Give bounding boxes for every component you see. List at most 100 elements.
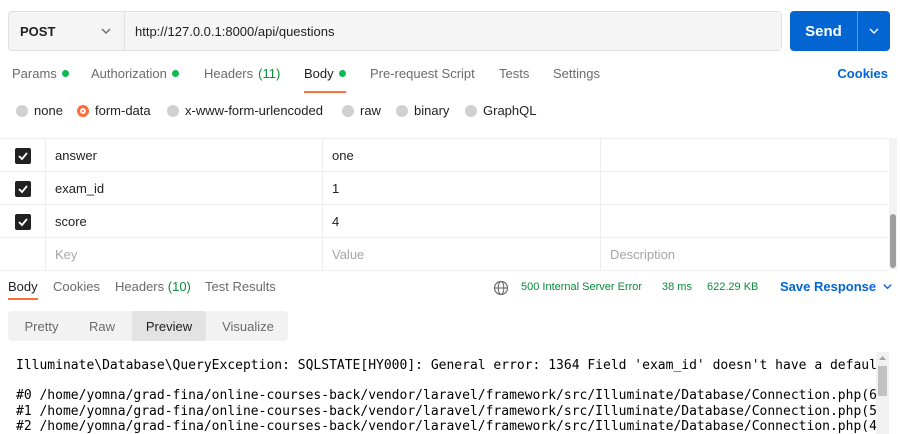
view-preview[interactable]: Preview [132,311,206,341]
tab-tests-label: Tests [499,66,530,81]
cookies-link[interactable]: Cookies [837,66,888,81]
preview-line: Illuminate\Database\QueryException: SQLS… [16,358,876,373]
active-dot-icon [171,70,179,77]
radio-form-data[interactable]: form-data [77,103,151,118]
radio-x-www-form-urlencoded[interactable]: x-www-form-urlencoded [167,103,323,118]
radio-none-label: none [34,103,63,118]
radio-form-data-label: form-data [95,103,151,118]
tab-authorization[interactable]: Authorization [91,66,179,81]
table-row: score 4 [0,205,888,238]
method-select[interactable]: POST [9,12,125,50]
preview-line: #1 /home/yomna/grad-fina/online-courses-… [16,404,876,419]
tab-body-label: Body [304,66,334,81]
send-button[interactable]: Send [790,11,858,51]
value-placeholder[interactable]: Value [322,238,600,271]
scrollbar-thumb[interactable] [890,214,896,268]
tab-headers-label: Headers [204,66,254,81]
active-dot-icon [61,70,69,77]
radio-graphql-label: GraphQL [483,103,537,118]
checkbox-checked-icon [14,213,31,230]
save-response-button[interactable]: Save Response [780,279,893,294]
preview-line: #0 /home/yomna/grad-fina/online-courses-… [16,388,876,403]
tab-response-headers[interactable]: Headers (10) [115,279,191,294]
key-field[interactable]: answer [45,139,322,172]
response-headers-count-badge: (10) [167,279,191,294]
preview-line: #2 /home/yomna/grad-fina/online-courses-… [16,419,876,434]
radio-circle-icon [342,104,354,117]
tab-pre-request-label: Pre-request Script [370,66,475,81]
tab-settings-label: Settings [553,66,600,81]
radio-circle-icon [16,104,28,117]
view-mode-selector: Pretty Raw Preview Visualize [8,311,288,341]
table-row: exam_id 1 [0,172,888,205]
row-checkbox[interactable] [0,172,45,205]
value-field[interactable]: 4 [322,205,600,238]
tab-params[interactable]: Params [12,66,69,81]
radio-urlencoded-label: x-www-form-urlencoded [185,103,323,118]
tab-response-body[interactable]: Body [8,279,38,294]
radio-binary[interactable]: binary [396,103,449,118]
key-field[interactable]: score [45,205,322,238]
request-bar: POST http://127.0.0.1:8000/api/questions [8,11,782,51]
tab-test-results[interactable]: Test Results [205,279,276,294]
radio-raw[interactable]: raw [342,103,381,118]
globe-icon[interactable] [493,280,509,296]
table-row: answer one [0,139,888,172]
view-pretty[interactable]: Pretty [8,311,75,341]
chevron-down-icon [869,28,879,34]
tab-params-label: Params [12,66,57,81]
preview-scrollbar[interactable] [876,352,889,434]
description-field[interactable] [600,205,888,238]
send-options-button[interactable] [858,11,890,51]
tab-response-cookies[interactable]: Cookies [53,279,100,294]
key-placeholder[interactable]: Key [45,238,322,271]
view-visualize[interactable]: Visualize [208,311,288,341]
chevron-down-icon [883,284,892,290]
radio-raw-label: raw [360,103,381,118]
row-checkbox[interactable] [0,205,45,238]
description-placeholder[interactable]: Description [600,238,888,271]
radio-selected-icon [77,104,89,117]
tab-pre-request-script[interactable]: Pre-request Script [370,66,475,81]
scroll-up-arrow-icon[interactable] [879,355,886,361]
radio-graphql[interactable]: GraphQL [465,103,536,118]
request-tabs: Params Authorization Headers (11) Body Pr… [12,66,890,84]
description-field[interactable] [600,172,888,205]
form-data-table: answer one exam_id 1 score 4 Key Value D… [0,138,888,271]
response-preview: Illuminate\Database\QueryException: SQLS… [0,350,876,434]
radio-binary-label: binary [414,103,450,118]
view-raw[interactable]: Raw [75,311,129,341]
response-time[interactable]: 38 ms [662,281,692,293]
active-response-tab-indicator [8,298,38,300]
checkbox-checked-icon [14,147,31,164]
tab-settings[interactable]: Settings [553,66,600,81]
tab-response-headers-label: Headers [115,279,165,294]
active-tab-indicator [304,91,346,93]
radio-circle-icon [396,104,408,117]
checkbox-checked-icon [14,180,31,197]
row-checkbox-empty [0,238,45,271]
url-input[interactable]: http://127.0.0.1:8000/api/questions [125,12,781,50]
method-label: POST [20,23,56,39]
tab-headers[interactable]: Headers (11) [204,66,280,81]
chevron-down-icon [101,28,111,34]
radio-circle-icon [465,104,477,117]
tab-tests[interactable]: Tests [499,66,529,81]
description-field[interactable] [600,139,888,172]
table-row-empty: Key Value Description [0,238,888,271]
radio-none[interactable]: none [16,103,63,118]
send-button-group: Send [790,11,890,51]
active-dot-icon [338,70,346,77]
row-checkbox[interactable] [0,139,45,172]
value-field[interactable]: 1 [322,172,600,205]
save-response-label: Save Response [780,279,877,294]
value-field[interactable]: one [322,139,600,172]
status-code[interactable]: 500 Internal Server Error [521,281,642,293]
params-scrollbar[interactable] [889,138,897,270]
response-tabs: Body Cookies Headers (10) Test Results [8,279,508,297]
scrollbar-thumb[interactable] [878,366,887,396]
key-field[interactable]: exam_id [45,172,322,205]
tab-body[interactable]: Body [304,66,346,81]
tab-authorization-label: Authorization [91,66,167,81]
response-size[interactable]: 622.29 KB [707,281,758,293]
